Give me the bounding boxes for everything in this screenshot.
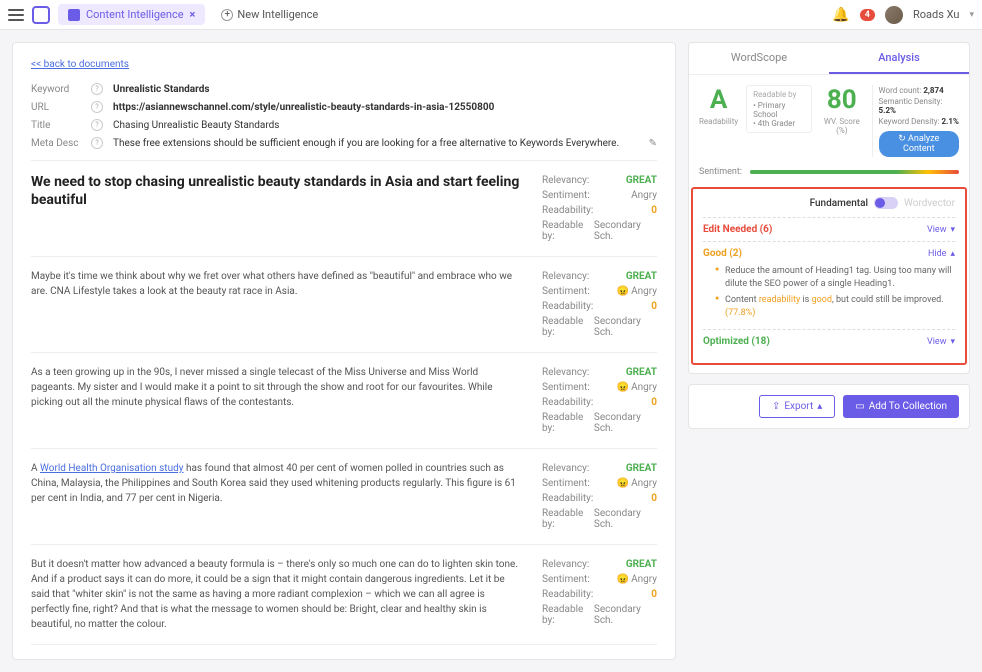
content-section: Maybe it's time we think about why we fr… <box>31 257 657 353</box>
suggestion-item: Content readability is good, but could s… <box>715 294 955 319</box>
close-icon[interactable]: × <box>190 8 196 21</box>
meta-value: Unrealistic Standards <box>113 84 657 95</box>
meta-value: These free extensions should be sufficie… <box>113 138 643 149</box>
wv-score: 80 <box>820 85 863 115</box>
edit-icon[interactable]: ✎ <box>649 138 657 149</box>
accordion-item: Edit Needed (6) View ▾ <box>703 217 955 241</box>
export-button[interactable]: ⇪ Export ▴ <box>759 395 835 418</box>
fundamental-label: Fundamental <box>810 198 868 209</box>
section-title: We need to stop chasing unrealistic beau… <box>31 173 522 209</box>
sentiment-label: Sentiment: <box>699 167 742 177</box>
meta-label: Keyword <box>31 84 91 95</box>
readability-grade: A <box>699 85 738 115</box>
content-panel: << back to documents Keyword ? Unrealist… <box>12 42 676 660</box>
notification-badge[interactable]: 4 <box>860 9 875 21</box>
chevron-icon: ▴ <box>950 249 955 259</box>
analyze-button[interactable]: ↻ Analyze Content <box>879 131 959 157</box>
info-icon[interactable]: ? <box>91 83 103 95</box>
section-metrics: Relevancy:GREAT Sentiment:😠Angry Readabi… <box>542 461 657 532</box>
topbar: Content Intelligence × + New Intelligenc… <box>0 0 982 30</box>
word-stats: Word count: 2,874Semantic Density: 5.2%K… <box>872 85 959 157</box>
mode-toggle[interactable] <box>874 197 898 209</box>
meta-value: Chasing Unrealistic Beauty Standards <box>113 120 657 131</box>
suggestions-box: Fundamental Wordvector Edit Needed (6) V… <box>691 187 967 365</box>
accordion-item: Good (2) Hide ▴ Reduce the amount of Hea… <box>703 241 955 329</box>
accordion-action[interactable]: View ▾ <box>927 337 955 347</box>
plus-icon: + <box>221 9 233 21</box>
accordion-item: Optimized (18) View ▾ <box>703 329 955 353</box>
sentiment-bar <box>750 170 959 174</box>
actions-card: ⇪ Export ▴ ▭ Add To Collection <box>688 384 970 429</box>
section-body: As a teen growing up in the 90s, I never… <box>31 365 522 410</box>
content-section: But it doesn't matter how advanced a bea… <box>31 545 657 645</box>
section-metrics: Relevancy:GREAT Sentiment:😠Angry Readabi… <box>542 269 657 340</box>
logo[interactable] <box>32 6 50 24</box>
section-body: But it doesn't matter how advanced a bea… <box>31 557 522 632</box>
wordvector-label: Wordvector <box>904 198 955 209</box>
tab-content-intelligence[interactable]: Content Intelligence × <box>58 4 205 25</box>
back-link[interactable]: << back to documents <box>31 59 129 70</box>
new-intelligence-button[interactable]: + New Intelligence <box>213 4 326 25</box>
meta-row: Keyword ? Unrealistic Standards <box>31 80 657 98</box>
tab-analysis[interactable]: Analysis <box>829 43 969 74</box>
accordion-header[interactable]: Edit Needed (6) View ▾ <box>703 224 955 235</box>
accordion-action[interactable]: View ▾ <box>927 225 955 235</box>
content-section: As a teen growing up in the 90s, I never… <box>31 353 657 449</box>
menu-icon[interactable] <box>8 9 24 21</box>
suggestion-item: Reduce the amount of Heading1 tag. Using… <box>715 265 955 290</box>
chevron-icon: ▾ <box>950 225 955 235</box>
bell-icon[interactable]: 🔔 <box>832 7 849 23</box>
meta-table: Keyword ? Unrealistic Standards URL ? ht… <box>31 80 657 161</box>
section-metrics: Relevancy:GREAT Sentiment:😠Angry Readabi… <box>542 557 657 632</box>
meta-label: Meta Desc <box>31 138 91 149</box>
add-to-collection-button[interactable]: ▭ Add To Collection <box>843 395 959 418</box>
avatar[interactable] <box>885 6 903 24</box>
chevron-down-icon[interactable]: ▾ <box>969 10 974 20</box>
section-body: A World Health Organisation study has fo… <box>31 461 522 506</box>
meta-row: URL ? https://asiannewschannel.com/style… <box>31 98 657 116</box>
meta-value: https://asiannewschannel.com/style/unrea… <box>113 102 657 113</box>
content-section: We need to stop chasing unrealistic beau… <box>31 161 657 257</box>
chevron-up-icon: ▴ <box>817 401 822 412</box>
chevron-icon: ▾ <box>950 337 955 347</box>
accordion-action[interactable]: Hide ▴ <box>928 249 955 259</box>
bookmark-icon: ▭ <box>855 401 864 412</box>
section-body: Maybe it's time we think about why we fr… <box>31 269 522 299</box>
info-icon[interactable]: ? <box>91 119 103 131</box>
meta-row: Meta Desc ? These free extensions should… <box>31 134 657 152</box>
tab-wordscope[interactable]: WordScope <box>689 43 829 74</box>
analysis-tabs: WordScope Analysis <box>689 43 969 75</box>
accordion-header[interactable]: Good (2) Hide ▴ <box>703 248 955 259</box>
tab-label: Content Intelligence <box>86 8 184 21</box>
section-metrics: Relevancy:GREAT Sentiment:Angry Readabil… <box>542 173 657 244</box>
meta-label: Title <box>31 120 91 131</box>
content-section: A World Health Organisation study has fo… <box>31 449 657 545</box>
info-icon[interactable]: ? <box>91 137 103 149</box>
tab-icon <box>68 9 80 21</box>
info-icon[interactable]: ? <box>91 101 103 113</box>
user-name: Roads Xu <box>913 8 960 21</box>
meta-label: URL <box>31 102 91 113</box>
export-icon: ⇪ <box>772 401 780 412</box>
analysis-card: WordScope Analysis A Readability Readabl… <box>688 42 970 374</box>
accordion-header[interactable]: Optimized (18) View ▾ <box>703 336 955 347</box>
section-metrics: Relevancy:GREAT Sentiment:😠Angry Readabi… <box>542 365 657 436</box>
meta-row: Title ? Chasing Unrealistic Beauty Stand… <box>31 116 657 134</box>
readable-by-box: Readable by • Primary School • 4th Grade… <box>746 85 812 133</box>
